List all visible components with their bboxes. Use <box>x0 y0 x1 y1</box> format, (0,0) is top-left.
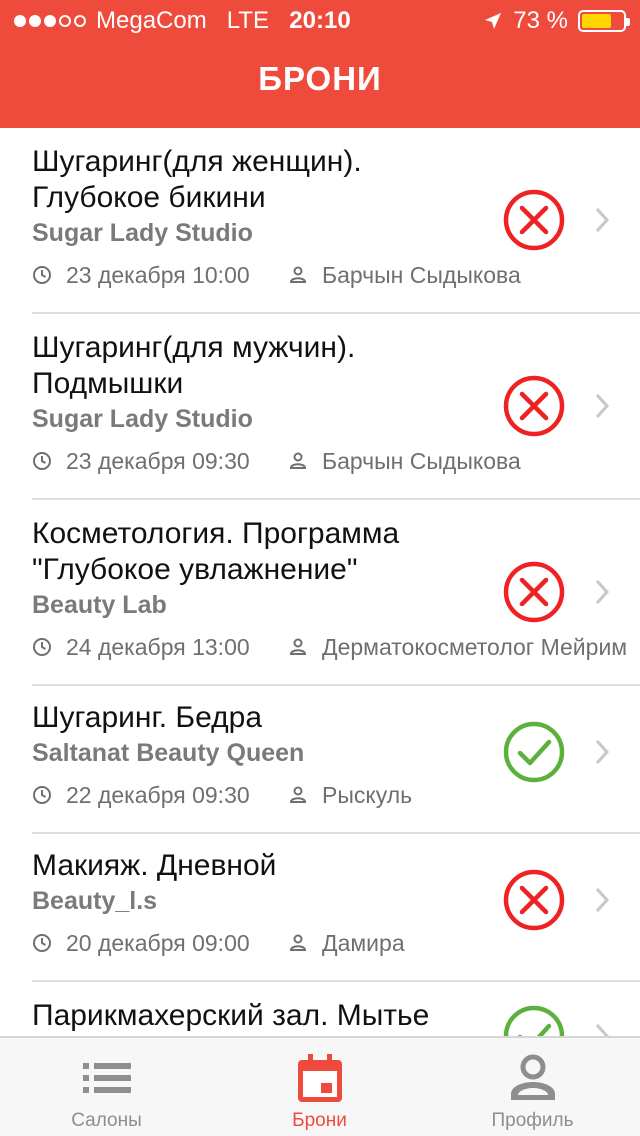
clock-icon <box>33 452 51 470</box>
tab-profile[interactable]: Профиль <box>426 1038 639 1136</box>
bookings-list[interactable]: Шугаринг(для женщин). Глубокое бикини Suga… <box>0 128 640 1036</box>
tab-salons[interactable]: Салоны <box>0 1038 213 1136</box>
tab-label: Брони <box>292 1110 347 1131</box>
cancel-icon <box>503 561 565 623</box>
clock-icon <box>33 638 51 656</box>
tab-bar: Салоны Брони Профиль <box>0 1036 640 1136</box>
master-name: Барчын Сыдыкова <box>322 447 521 474</box>
check-icon <box>503 721 565 782</box>
clock-icon <box>33 786 51 804</box>
tab-label: Салоны <box>71 1110 142 1131</box>
status-bar-right: 73 % <box>483 7 630 35</box>
chevron-right-icon <box>595 739 610 764</box>
person-icon <box>289 452 307 469</box>
chevron-right-icon <box>595 579 610 605</box>
person-icon <box>289 266 307 283</box>
chevron-right-icon <box>595 887 610 912</box>
person-icon <box>289 638 307 655</box>
status-bar: MegaCom LTE 20:10 73 % <box>0 0 640 40</box>
booking-card[interactable]: Шугаринг. Бедра Saltanat Beauty Queen 22 д… <box>32 686 640 834</box>
list-icon <box>82 1063 131 1093</box>
clock-icon <box>33 934 51 952</box>
booking-card[interactable]: Парикмахерский зал. Мытьеголовы <box>32 982 640 1036</box>
check-icon <box>503 1005 565 1036</box>
booking-title: Шугаринг(для мужчин). <box>32 331 356 364</box>
page-title: БРОНИ <box>258 60 382 97</box>
booking-card[interactable]: Косметология. Программа "Глубокое увлажне… <box>32 500 640 686</box>
person-icon <box>510 1054 555 1100</box>
master-name: Барчын Сыдыкова <box>322 261 521 288</box>
battery-percent: 73 % <box>513 7 568 34</box>
booking-datetime: 23 декабря 10:00 <box>66 261 250 288</box>
tab-label: Профиль <box>491 1110 574 1131</box>
chevron-right-icon <box>595 207 610 233</box>
master-name: Рыскуль <box>322 781 413 808</box>
booking-title: Косметология. Программа <box>32 517 400 550</box>
location-arrow-icon <box>485 13 502 29</box>
booking-title: Шугаринг(для женщин). <box>32 145 362 178</box>
tab-bookings[interactable]: Брони <box>213 1038 426 1136</box>
booking-datetime: 24 декабря 13:00 <box>66 633 250 660</box>
chevron-right-icon <box>595 1023 610 1036</box>
person-icon <box>289 934 307 951</box>
calendar-icon <box>297 1054 342 1102</box>
booking-card[interactable]: Макияж. Дневной Beauty_l.s 20 декабря 09:0… <box>32 834 640 982</box>
clock-icon <box>33 266 51 284</box>
cancel-icon <box>503 375 565 437</box>
master-name: Дамира <box>322 929 405 956</box>
booking-meta: 24 декабря 13:00 Дерматокосметолог Мейрим <box>32 630 640 664</box>
booking-card[interactable]: Шугаринг(для женщин). Глубокое бикини Suga… <box>32 128 640 314</box>
booking-card[interactable]: Шугаринг(для мужчин). Подмышки Sugar Lady … <box>32 314 640 500</box>
booking-datetime: 20 декабря 09:00 <box>66 929 250 956</box>
battery-level <box>582 14 612 28</box>
person-icon <box>289 786 307 803</box>
booking-meta: 23 декабря 09:30 Барчын Сыдыкова <box>32 444 640 478</box>
booking-datetime: 23 декабря 09:30 <box>66 447 250 474</box>
cancel-icon <box>503 189 565 251</box>
cancel-icon <box>503 869 565 930</box>
chevron-right-icon <box>595 393 610 419</box>
battery-icon <box>578 10 630 32</box>
master-name: Дерматокосметолог Мейрим <box>322 633 628 660</box>
booking-meta: 23 декабря 10:00 Барчын Сыдыкова <box>32 258 640 292</box>
booking-datetime: 22 декабря 09:30 <box>66 781 250 808</box>
app-header: MegaCom LTE 20:10 73 % БРОНИ <box>0 0 640 128</box>
